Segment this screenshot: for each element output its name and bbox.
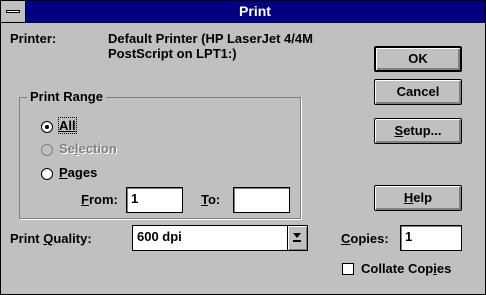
- title-bar: Print: [1, 1, 485, 23]
- help-mnemonic: H: [403, 190, 414, 205]
- radio-selection: [41, 144, 53, 156]
- from-field[interactable]: 1: [126, 187, 183, 213]
- collate-label[interactable]: Collate Copies: [361, 261, 451, 276]
- window-title: Print: [239, 3, 271, 19]
- copies-field[interactable]: 1: [400, 225, 462, 251]
- pages-text: ages: [67, 165, 98, 180]
- to-text: o:: [207, 192, 221, 207]
- copies-mnemonic: C: [341, 231, 351, 246]
- print-quality-select[interactable]: 600 dpi: [132, 225, 308, 251]
- help-button[interactable]: Help: [374, 185, 462, 211]
- from-label: From:: [81, 192, 118, 207]
- to-label: To:: [201, 192, 220, 207]
- collate-text-2: es: [436, 261, 452, 276]
- cancel-button[interactable]: Cancel: [374, 79, 462, 105]
- print-quality-label: Print Quality:: [10, 231, 92, 246]
- setup-label: etup...: [403, 123, 442, 138]
- chevron-down-icon: [293, 233, 301, 242]
- from-text: rom:: [88, 192, 118, 207]
- print-range-title: Print Range: [27, 89, 106, 104]
- printer-name-line2: PostScript on LPT1:): [108, 46, 237, 61]
- setup-mnemonic: S: [394, 123, 404, 138]
- copies-label: Copies:: [341, 231, 389, 246]
- printer-label: Printer:: [10, 31, 57, 46]
- selection-text-2: ection: [78, 141, 117, 156]
- radio-pages[interactable]: [41, 168, 53, 180]
- print-dialog: Print Printer: Default Printer (HP Laser…: [0, 0, 486, 295]
- radio-pages-label[interactable]: Pages: [59, 165, 97, 180]
- to-mnemonic: T: [201, 192, 208, 207]
- dropdown-button[interactable]: [287, 226, 307, 250]
- radio-all-label[interactable]: All: [58, 117, 77, 134]
- quality-text-1: Print: [10, 231, 44, 246]
- printer-name-line1: Default Printer (HP LaserJet 4/4M: [108, 31, 313, 46]
- collate-text-1: Collate Cop: [361, 261, 434, 276]
- collate-checkbox[interactable]: [342, 263, 354, 275]
- radio-all[interactable]: [41, 121, 53, 133]
- quality-mnemonic: Q: [43, 231, 54, 246]
- ok-button[interactable]: OK: [374, 46, 462, 72]
- system-menu-icon[interactable]: [1, 1, 26, 23]
- radio-selection-label: Selection: [59, 141, 117, 156]
- pages-mnemonic: P: [59, 165, 68, 180]
- from-mnemonic: F: [81, 192, 89, 207]
- selection-text-1: Se: [59, 141, 75, 156]
- to-field[interactable]: [233, 187, 290, 213]
- print-quality-value: 600 dpi: [137, 229, 182, 244]
- help-label: elp: [413, 190, 433, 205]
- quality-text-2: uality:: [53, 231, 92, 246]
- system-menu-bar: [6, 10, 20, 13]
- setup-button[interactable]: Setup...: [374, 118, 462, 144]
- copies-text: opies:: [350, 231, 389, 246]
